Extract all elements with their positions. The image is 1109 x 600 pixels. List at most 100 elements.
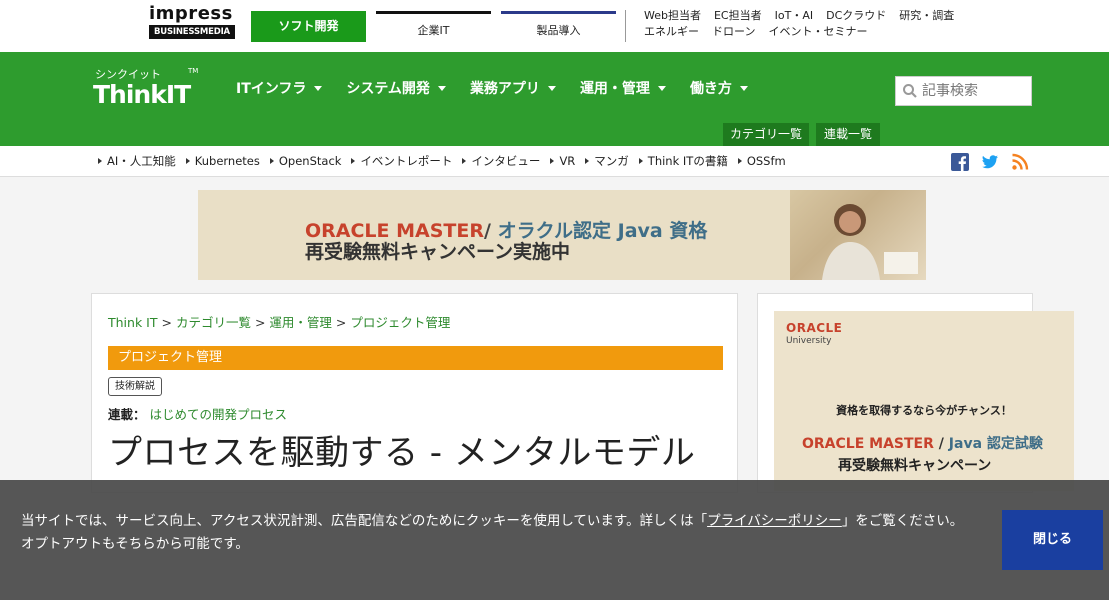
triangle-right-icon [351,158,356,164]
topbar-link[interactable]: DCクラウド [826,9,886,22]
cookie-message: 当サイトでは、サービス向上、アクセス状況計測、広告配信などのためにクッキーを使用… [21,510,976,556]
side-ad-java: Java 認定試験 [948,436,1043,452]
topic-link-label: イベントレポート [360,154,453,168]
triangle-right-icon [737,158,742,164]
impress-logo-sub: BUSINESSMEDIA [149,25,235,39]
product-intro-link[interactable]: 製品導入 [501,11,616,42]
category-bar[interactable]: プロジェクト管理 [108,346,723,370]
topic-link[interactable]: マンガ [585,153,629,169]
topic-link[interactable]: イベントレポート [351,153,452,169]
topic-link[interactable]: Kubernetes [185,153,260,169]
oracle-ad-banner[interactable]: ORACLE MASTER/ オラクル認定 Java 資格 再受験無料キャンペー… [198,190,926,280]
article-card: Think IT > カテゴリ一覧 > 運用・管理 > プロジェクト管理 プロジ… [91,293,738,493]
impress-logo[interactable]: impress BUSINESSMEDIA [149,5,235,39]
cookie-text: 当サイトでは、サービス向上、アクセス状況計測、広告配信などのためにクッキーを使用… [21,513,708,529]
topic-link[interactable]: VR [550,153,575,169]
topbar-link[interactable]: ドローン [712,25,755,38]
impress-logo-text: impress [149,3,233,24]
banner-line2: 再受験無料キャンペーン実施中 [305,241,571,263]
topic-link-label: VR [559,154,576,168]
close-button[interactable]: 閉じる [1002,510,1103,570]
sidebar-card: ORACLE University 資格を取得するなら今がチャンス！ ORACL… [757,293,1074,493]
topic-link-label: OSSfm [746,154,786,168]
breadcrumb-item[interactable]: プロジェクト管理 [350,315,450,330]
triangle-right-icon [185,158,190,164]
series-line: 連載： はじめての開発プロセス [108,404,287,423]
oracle-university: University [786,336,832,346]
topic-link-label: インタビュー [471,154,541,168]
breadcrumb-item[interactable]: カテゴリ一覧 [176,315,251,330]
triangle-right-icon [98,158,102,164]
privacy-policy-link[interactable]: プライバシーポリシー [707,513,842,529]
topbar-link[interactable]: 研究・調査 [899,9,954,22]
side-ad-line3: 再受験無料キャンペーン [838,458,992,474]
search-input[interactable] [922,83,1027,99]
site-header: シンクイット TM ThinkIT ITインフラ システム開発 業務アプリ 運用… [0,52,1109,146]
topbar-link[interactable]: エネルギー [644,25,699,38]
breadcrumb-sep: > [161,315,172,330]
breadcrumb: Think IT > カテゴリ一覧 > 運用・管理 > プロジェクト管理 [108,312,450,331]
nav-label: 働き方 [689,81,732,97]
article-title: プロセスを駆動する - メンタルモデル [108,433,696,473]
rss-icon[interactable] [1011,153,1029,171]
chevron-down-icon [547,85,556,91]
topic-link-label: Kubernetes [194,154,260,168]
topbar-link[interactable]: イベント・セミナー [768,25,867,38]
triangle-right-icon [550,158,555,164]
side-ad-oracle: ORACLE MASTER [802,436,934,452]
cookie-banner: 当サイトでは、サービス向上、アクセス状況計測、広告配信などのためにクッキーを使用… [0,480,1109,600]
soft-dev-button[interactable]: ソフト開発 [251,11,366,42]
topic-nav: AI・人工知能 Kubernetes OpenStack イベントレポート イン… [0,146,1109,177]
side-ad-slash: / [938,436,944,452]
topic-links: AI・人工知能 Kubernetes OpenStack イベントレポート イン… [98,153,796,169]
topic-link[interactable]: AI・人工知能 [98,153,176,169]
thinkit-logo[interactable]: シンクイット TM ThinkIT [93,62,203,112]
topic-link[interactable]: Think ITの書籍 [638,153,728,169]
topic-link[interactable]: OSSfm [737,153,786,169]
oracle-logo: ORACLE [786,321,843,335]
side-ad-line1: 資格を取得するなら今がチャンス！ [836,404,1012,417]
topic-link[interactable]: OpenStack [269,153,342,169]
triangle-right-icon [269,158,274,164]
topbar-link[interactable]: Web担当者 [644,9,701,22]
side-ad-line2: ORACLE MASTER / Java 認定試験 [802,433,1043,453]
topic-link-label: OpenStack [278,154,342,168]
series-link[interactable]: はじめての開発プロセス [150,407,288,422]
triangle-right-icon [585,158,590,164]
topbar-links-row2: エネルギー ドローン イベント・セミナー [644,24,984,40]
main-nav: ITインフラ システム開発 業務アプリ 運用・管理 働き方 [236,78,772,98]
twitter-icon[interactable] [981,153,999,171]
topic-link-label: マンガ [594,154,629,168]
topic-link[interactable]: インタビュー [462,153,540,169]
topbar-link[interactable]: EC担当者 [714,9,762,22]
banner-photo [790,190,926,280]
breadcrumb-item[interactable]: Think IT [108,315,158,330]
person-illustration [822,204,918,280]
impress-topbar: impress BUSINESSMEDIA ソフト開発 企業IT 製品導入 We… [0,0,1109,52]
nav-it-infra[interactable]: ITインフラ [236,78,323,98]
topbar-links: Web担当者 EC担当者 IoT・AI DCクラウド 研究・調査 エネルギー ドローン イベ… [644,8,984,40]
search-icon [903,84,917,98]
article-tag[interactable]: 技術解説 [108,377,162,396]
nav-operations[interactable]: 運用・管理 [580,78,666,98]
nav-workstyle[interactable]: 働き方 [690,78,748,98]
side-oracle-ad[interactable]: ORACLE University 資格を取得するなら今がチャンス！ ORACL… [774,311,1074,491]
series-label: 連載： [108,407,146,422]
enterprise-it-link[interactable]: 企業IT [376,11,491,42]
nav-label: システム開発 [346,81,430,97]
nav-system-dev[interactable]: システム開発 [346,78,446,98]
breadcrumb-sep: > [254,315,266,330]
topic-link-label: Think ITの書籍 [647,154,728,168]
triangle-right-icon [462,158,467,164]
nav-label: ITインフラ [236,81,307,97]
nav-business-apps[interactable]: 業務アプリ [470,78,556,98]
topbar-link[interactable]: IoT・AI [775,9,813,22]
nav-label: 運用・管理 [579,81,650,97]
topic-link-label: AI・人工知能 [107,154,176,168]
breadcrumb-item[interactable]: 運用・管理 [269,315,332,330]
topbar-divider [625,10,626,42]
search-box[interactable] [895,76,1032,106]
tab-series-list[interactable]: 連載一覧 [816,123,880,146]
facebook-icon[interactable] [951,153,969,171]
tab-category-list[interactable]: カテゴリ一覧 [723,123,809,146]
